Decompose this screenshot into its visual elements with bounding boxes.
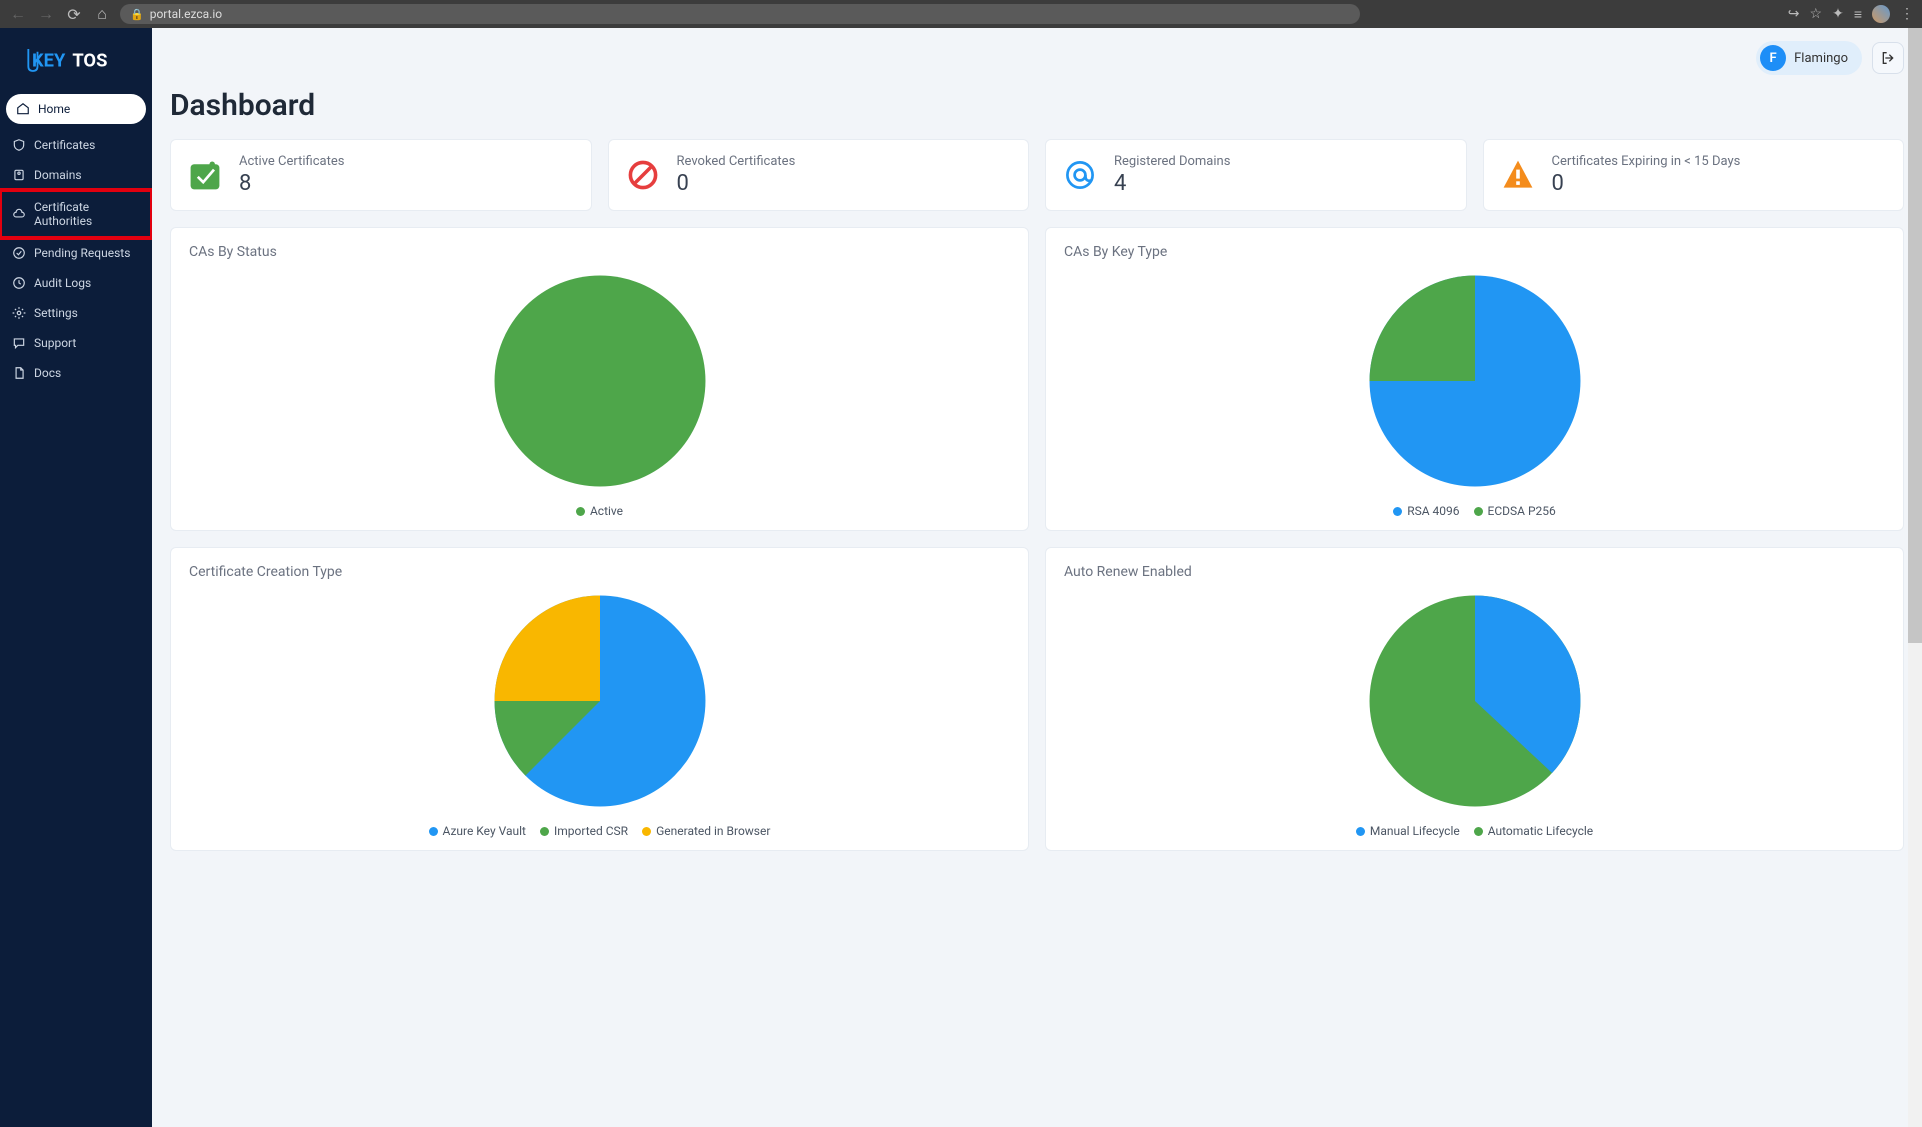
stat-active-certificates: Active Certificates 8	[170, 139, 592, 211]
sidebar-item-label: Settings	[34, 306, 78, 320]
home-button-browser[interactable]: ⌂	[92, 4, 112, 24]
forward-button[interactable]: →	[36, 4, 56, 24]
stat-value: 0	[677, 171, 796, 196]
gear-icon	[12, 306, 26, 320]
sidebar-item-certificate-authorities[interactable]: Certificate Authorities	[0, 190, 152, 238]
legend-item[interactable]: Active	[576, 504, 623, 518]
sidebar-item-docs[interactable]: Docs	[0, 358, 152, 388]
sidebar-item-label: Domains	[34, 168, 82, 182]
logo[interactable]: KEY TOS	[0, 40, 152, 92]
chart-title: Auto Renew Enabled	[1064, 564, 1885, 580]
svg-text:TOS: TOS	[72, 50, 107, 71]
user-avatar: F	[1760, 45, 1786, 71]
stat-revoked-certificates: Revoked Certificates 0	[608, 139, 1030, 211]
share-icon[interactable]: ↪	[1788, 6, 1800, 22]
sidebar-item-label: Certificate Authorities	[34, 200, 140, 228]
logout-button[interactable]	[1872, 42, 1904, 74]
sidebar-item-audit-logs[interactable]: Audit Logs	[0, 268, 152, 298]
chart-cas-by-key-type: CAs By Key Type RSA 4096 ECDSA P256	[1045, 227, 1904, 531]
stat-label: Registered Domains	[1114, 154, 1230, 169]
logout-icon	[1880, 50, 1896, 66]
legend-item[interactable]: ECDSA P256	[1474, 504, 1556, 518]
browser-toolbar: ← → ⟳ ⌂ 🔒 portal.ezca.io ↪ ☆ ✦ ≡ ⋮	[0, 0, 1922, 28]
browser-actions: ↪ ☆ ✦ ≡ ⋮	[1788, 5, 1914, 23]
main-content: F Flamingo Dashboard Active Certificates…	[152, 28, 1922, 1127]
topbar: F Flamingo	[152, 28, 1922, 88]
pie-chart-creation	[487, 588, 713, 814]
scrollbar-thumb[interactable]	[1908, 28, 1922, 643]
legend: Azure Key Vault Imported CSR Generated i…	[189, 824, 1010, 838]
cloud-icon	[12, 207, 26, 221]
chart-title: CAs By Key Type	[1064, 244, 1885, 260]
sidebar-item-label: Home	[38, 102, 70, 116]
svg-text:KEY: KEY	[32, 50, 66, 71]
stat-expiring-certificates: Certificates Expiring in < 15 Days 0	[1483, 139, 1905, 211]
sidebar-item-certificates[interactable]: Certificates	[0, 130, 152, 160]
star-icon[interactable]: ☆	[1810, 6, 1823, 22]
doc-icon	[12, 366, 26, 380]
sidebar-item-label: Certificates	[34, 138, 95, 152]
domain-icon	[12, 168, 26, 182]
kebab-menu-icon[interactable]: ⋮	[1900, 6, 1914, 22]
legend-item[interactable]: RSA 4096	[1393, 504, 1459, 518]
at-icon	[1062, 157, 1098, 193]
profile-avatar-icon[interactable]	[1872, 5, 1890, 23]
legend: Manual Lifecycle Automatic Lifecycle	[1064, 824, 1885, 838]
reload-button[interactable]: ⟳	[64, 5, 84, 24]
stat-value: 8	[239, 171, 344, 196]
log-icon	[12, 276, 26, 290]
page-title: Dashboard	[170, 88, 1904, 123]
sidebar-item-label: Pending Requests	[34, 246, 130, 260]
stat-label: Active Certificates	[239, 154, 344, 169]
stat-registered-domains: Registered Domains 4	[1045, 139, 1467, 211]
chat-icon	[12, 336, 26, 350]
reading-list-icon[interactable]: ≡	[1854, 6, 1862, 23]
stat-row: Active Certificates 8 Revoked Certificat…	[170, 139, 1904, 211]
stat-value: 0	[1552, 171, 1741, 196]
check-circle-icon	[12, 246, 26, 260]
sidebar: KEY TOS Home Certificates Domains Certif…	[0, 28, 152, 1127]
stat-value: 4	[1114, 171, 1230, 196]
sidebar-item-domains[interactable]: Domains	[0, 160, 152, 190]
url-bar[interactable]: 🔒 portal.ezca.io	[120, 4, 1360, 24]
sidebar-item-home[interactable]: Home	[6, 94, 146, 124]
sidebar-item-label: Support	[34, 336, 76, 350]
sidebar-item-settings[interactable]: Settings	[0, 298, 152, 328]
legend-item[interactable]: Automatic Lifecycle	[1474, 824, 1593, 838]
pie-chart-status	[487, 268, 713, 494]
ban-icon	[625, 157, 661, 193]
pie-chart-autorenew	[1362, 588, 1588, 814]
chart-auto-renew: Auto Renew Enabled Manual Lifecycle Auto…	[1045, 547, 1904, 851]
home-icon	[16, 102, 30, 116]
stat-label: Revoked Certificates	[677, 154, 796, 169]
sidebar-item-label: Docs	[34, 366, 61, 380]
pie-chart-keytype	[1362, 268, 1588, 494]
lock-icon: 🔒	[130, 8, 144, 21]
back-button[interactable]: ←	[8, 4, 28, 24]
check-badge-icon	[187, 157, 223, 193]
chart-title: Certificate Creation Type	[189, 564, 1010, 580]
legend: RSA 4096 ECDSA P256	[1064, 504, 1885, 518]
chart-certificate-creation-type: Certificate Creation Type Azure Key Vaul…	[170, 547, 1029, 851]
user-name: Flamingo	[1794, 51, 1848, 66]
shield-icon	[12, 138, 26, 152]
legend: Active	[189, 504, 1010, 518]
legend-item[interactable]: Imported CSR	[540, 824, 628, 838]
sidebar-item-label: Audit Logs	[34, 276, 91, 290]
warning-icon	[1500, 157, 1536, 193]
user-menu[interactable]: F Flamingo	[1756, 41, 1862, 75]
sidebar-item-support[interactable]: Support	[0, 328, 152, 358]
legend-item[interactable]: Azure Key Vault	[429, 824, 526, 838]
legend-item[interactable]: Generated in Browser	[642, 824, 770, 838]
chart-cas-by-status: CAs By Status Active	[170, 227, 1029, 531]
sidebar-item-pending-requests[interactable]: Pending Requests	[0, 238, 152, 268]
chart-title: CAs By Status	[189, 244, 1010, 260]
extensions-icon[interactable]: ✦	[1832, 6, 1844, 22]
legend-item[interactable]: Manual Lifecycle	[1356, 824, 1460, 838]
stat-label: Certificates Expiring in < 15 Days	[1552, 154, 1741, 169]
url-text: portal.ezca.io	[150, 7, 222, 21]
scrollbar[interactable]	[1908, 28, 1922, 1127]
